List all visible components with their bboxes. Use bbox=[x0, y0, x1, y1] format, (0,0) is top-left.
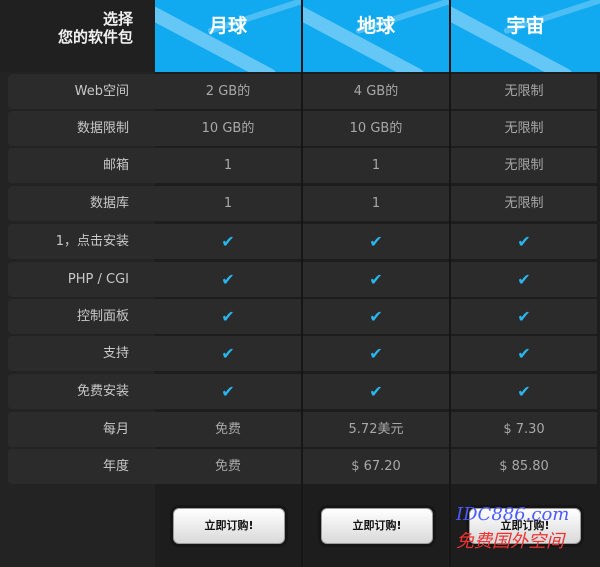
check-icon: ✔ bbox=[155, 336, 301, 371]
plan-name: 月球 bbox=[208, 15, 247, 37]
check-icon: ✔ bbox=[451, 336, 597, 371]
heading-line-2: 您的软件包 bbox=[57, 28, 133, 46]
order-now-button[interactable]: 立即订购! bbox=[321, 508, 433, 544]
plan-column-moon: 月球 2 GB的 10 GB的 1 1 ✔ ✔ ✔ ✔ ✔ 免费 免费 立即订购… bbox=[155, 0, 301, 567]
plan-cell: 5.72美元 bbox=[303, 412, 449, 447]
check-icon: ✔ bbox=[303, 374, 449, 409]
plan-cell: 无限制 bbox=[451, 111, 597, 146]
row-label-yearly: 年度 bbox=[8, 449, 155, 484]
plan-cell: 无限制 bbox=[451, 74, 597, 109]
pricing-table: 选择 您的软件包 Web空间 数据限制 邮箱 数据库 1，点击安装 PHP / … bbox=[0, 0, 600, 567]
row-label-php-cgi: PHP / CGI bbox=[8, 262, 155, 297]
plan-column-earth: 地球 4 GB的 10 GB的 1 1 ✔ ✔ ✔ ✔ ✔ 5.72美元 $ 6… bbox=[303, 0, 449, 567]
row-label-monthly: 每月 bbox=[8, 412, 155, 447]
check-icon: ✔ bbox=[451, 374, 597, 409]
check-icon: ✔ bbox=[155, 224, 301, 259]
check-icon: ✔ bbox=[155, 262, 301, 297]
check-icon: ✔ bbox=[451, 262, 597, 297]
plan-cell: 1 bbox=[155, 148, 301, 183]
plan-cell: 免费 bbox=[155, 449, 301, 484]
plan-name: 宇宙 bbox=[506, 15, 545, 37]
row-label-database: 数据库 bbox=[8, 186, 155, 221]
check-icon: ✔ bbox=[303, 299, 449, 334]
heading-line-1: 选择 bbox=[102, 10, 133, 28]
plan-cell: 4 GB的 bbox=[303, 74, 449, 109]
plan-cell: $ 85.80 bbox=[451, 449, 597, 484]
plan-cell: 2 GB的 bbox=[155, 74, 301, 109]
plan-cell: $ 7.30 bbox=[451, 412, 597, 447]
check-icon: ✔ bbox=[303, 224, 449, 259]
plan-header: 宇宙 bbox=[451, 0, 600, 72]
check-icon: ✔ bbox=[303, 336, 449, 371]
check-icon: ✔ bbox=[303, 262, 449, 297]
order-now-button[interactable]: 立即订购! bbox=[469, 508, 581, 544]
row-label-free-install: 免费安装 bbox=[8, 374, 155, 409]
check-icon: ✔ bbox=[451, 299, 597, 334]
plan-name: 地球 bbox=[356, 15, 395, 37]
plan-cell: 1 bbox=[303, 186, 449, 221]
plan-cell: 10 GB的 bbox=[155, 111, 301, 146]
plan-column-universe: 宇宙 无限制 无限制 无限制 无限制 ✔ ✔ ✔ ✔ ✔ $ 7.30 $ 85… bbox=[451, 0, 600, 567]
plan-header: 地球 bbox=[303, 0, 449, 72]
check-icon: ✔ bbox=[451, 224, 597, 259]
row-label-support: 支持 bbox=[8, 336, 155, 371]
row-label-email: 邮箱 bbox=[8, 148, 155, 183]
plan-cell: 1 bbox=[155, 186, 301, 221]
plan-cell: $ 67.20 bbox=[303, 449, 449, 484]
row-label-data-limit: 数据限制 bbox=[8, 111, 155, 146]
row-label-one-click-install: 1，点击安装 bbox=[8, 224, 155, 259]
plan-cell: 无限制 bbox=[451, 148, 597, 183]
table-heading: 选择 您的软件包 bbox=[0, 0, 155, 72]
plan-cell: 1 bbox=[303, 148, 449, 183]
check-icon: ✔ bbox=[155, 374, 301, 409]
plan-cell: 10 GB的 bbox=[303, 111, 449, 146]
order-now-button[interactable]: 立即订购! bbox=[173, 508, 285, 544]
row-label-control-panel: 控制面板 bbox=[8, 299, 155, 334]
plan-cell: 无限制 bbox=[451, 186, 597, 221]
check-icon: ✔ bbox=[155, 299, 301, 334]
plan-header: 月球 bbox=[155, 0, 301, 72]
row-label-web-space: Web空间 bbox=[8, 74, 155, 109]
plan-cell: 免费 bbox=[155, 412, 301, 447]
